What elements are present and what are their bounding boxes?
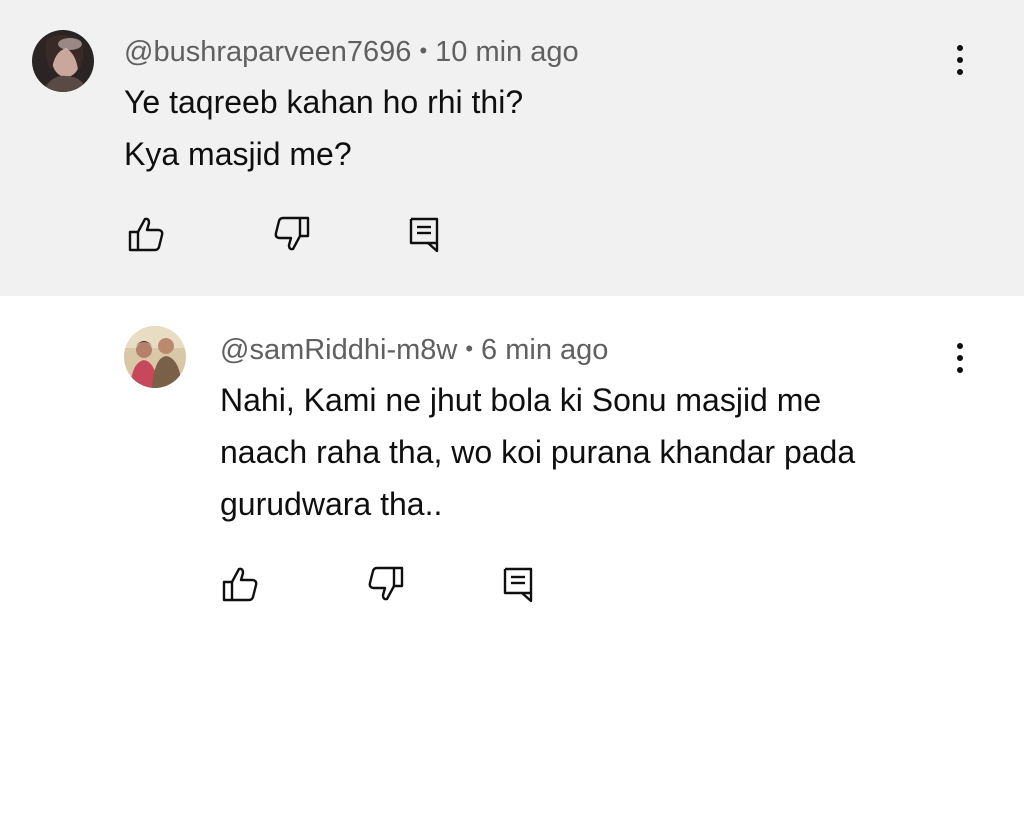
comment-text: Nahi, Kami ne jhut bola ki Sonu masjid m…	[220, 374, 855, 530]
comment-line: Kya masjid me?	[124, 136, 352, 172]
timestamp: 6 min ago	[481, 334, 609, 366]
reply-icon[interactable]	[494, 560, 542, 608]
comment-meta: @samRiddhi-m8w • 6 min ago	[220, 332, 608, 367]
dislike-icon[interactable]	[362, 560, 410, 608]
separator: •	[465, 336, 474, 361]
dislike-icon[interactable]	[268, 210, 316, 258]
timestamp: 10 min ago	[435, 36, 579, 68]
comments-panel: @bushraparveen7696 • 10 min ago Ye taqreeb…	[0, 0, 1024, 816]
more-options-icon[interactable]	[940, 332, 980, 384]
username[interactable]: @bushraparveen7696	[124, 36, 411, 68]
comment-line: gurudwara tha..	[220, 486, 443, 522]
username[interactable]: @samRiddhi-m8w	[220, 334, 457, 366]
like-icon[interactable]	[216, 560, 264, 608]
comment-line: Nahi, Kami ne jhut bola ki Sonu masjid m…	[220, 382, 822, 418]
comment-line: naach raha tha, wo koi purana khandar pa…	[220, 434, 856, 470]
reply-thread: @samRiddhi-m8w • 6 min ago Nahi, Kami ne j…	[0, 296, 1024, 816]
reply-icon[interactable]	[400, 210, 448, 258]
comment-thread: @bushraparveen7696 • 10 min ago Ye taqreeb…	[0, 0, 1024, 296]
more-options-icon[interactable]	[940, 34, 980, 86]
comment-meta: @bushraparveen7696 • 10 min ago	[124, 34, 579, 69]
avatar[interactable]	[32, 30, 94, 92]
separator: •	[419, 38, 428, 63]
profile-photo-couple-icon	[124, 326, 186, 388]
comment-text: Ye taqreeb kahan ho rhi thi? Kya masjid …	[124, 76, 523, 180]
avatar[interactable]	[124, 326, 186, 388]
comment-line: Ye taqreeb kahan ho rhi thi?	[124, 84, 524, 120]
profile-photo-woman-icon	[32, 30, 94, 92]
like-icon[interactable]	[122, 210, 170, 258]
